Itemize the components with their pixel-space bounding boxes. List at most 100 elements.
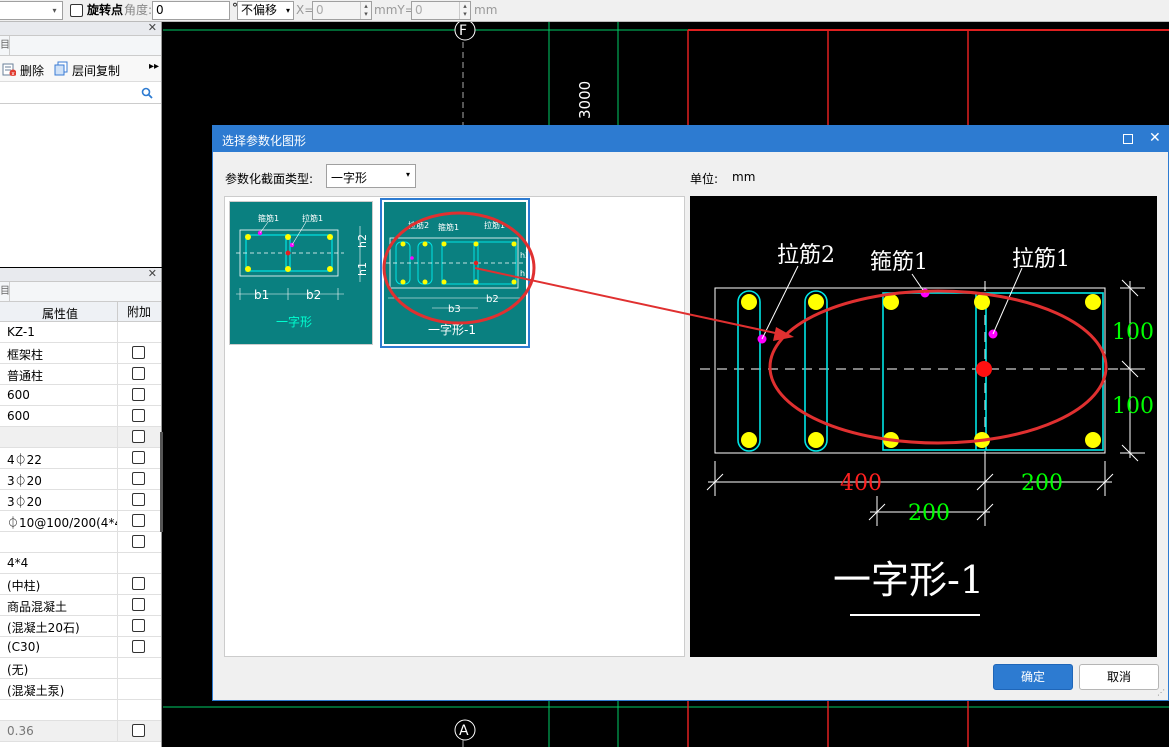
property-value[interactable]: KZ-1 <box>7 325 117 339</box>
extra-checkbox[interactable] <box>132 493 145 506</box>
table-row[interactable] <box>0 532 161 553</box>
resize-grip-icon[interactable]: ⋰ <box>1157 688 1165 697</box>
close-icon[interactable]: ✕ <box>148 267 157 280</box>
extra-checkbox[interactable] <box>132 598 145 611</box>
table-row[interactable]: 0.36 <box>0 721 161 742</box>
table-row[interactable]: KZ-1 <box>0 322 161 343</box>
extra-checkbox[interactable] <box>132 388 145 401</box>
floor-copy-button[interactable]: 层间复制 <box>72 62 120 79</box>
extra-checkbox[interactable] <box>132 577 145 590</box>
delete-button[interactable]: 删除 <box>20 62 44 79</box>
property-value[interactable]: (无) <box>7 661 117 678</box>
spinner-icon[interactable]: ▴ ▾ <box>459 2 470 19</box>
property-value[interactable]: 普通柱 <box>7 367 117 384</box>
property-value[interactable]: (C30) <box>7 640 117 654</box>
property-value[interactable]: (中柱) <box>7 577 117 594</box>
extra-checkbox[interactable] <box>132 535 145 548</box>
offset-select[interactable]: 不偏移 ▾ <box>237 1 294 20</box>
table-row[interactable]: 4*4 <box>0 553 161 574</box>
spinner-icon[interactable]: ▴ ▾ <box>360 2 371 19</box>
table-row[interactable]: (混凝土泵) <box>0 679 161 700</box>
shape-list: 箍筋1 拉筋1 b1 b2 h2 h1 一字形 拉筋2 箍筋1 拉筋1 b2 b… <box>224 196 685 657</box>
property-value[interactable]: 600 <box>7 388 117 402</box>
property-value[interactable]: (混凝土泵) <box>7 682 117 699</box>
panel-tab[interactable]: 目 <box>0 282 10 301</box>
extra-cell <box>117 511 160 532</box>
search-input[interactable] <box>0 82 161 104</box>
floor-copy-icon[interactable] <box>54 61 69 76</box>
extra-cell <box>117 658 160 679</box>
section-type-value: 一字形 <box>331 171 368 185</box>
toolbar-field-truncated[interactable]: ▾ <box>0 1 63 20</box>
table-row[interactable] <box>0 427 161 448</box>
thumb-image: 拉筋2 箍筋1 拉筋1 b2 b3 h2 h1 一字形-1 <box>384 202 526 344</box>
property-value[interactable]: 框架柱 <box>7 346 117 363</box>
shape-thumb-yizixing-1[interactable]: 拉筋2 箍筋1 拉筋1 b2 b3 h2 h1 一字形-1 <box>380 198 530 348</box>
property-value[interactable]: 600 <box>7 409 117 423</box>
extra-checkbox[interactable] <box>132 514 145 527</box>
extra-checkbox[interactable] <box>132 472 145 485</box>
property-value[interactable]: (混凝土20石) <box>7 619 117 636</box>
cancel-button[interactable]: 取消 <box>1079 664 1159 690</box>
table-row[interactable]: 框架柱 <box>0 343 161 364</box>
rotate-point-checkbox[interactable] <box>70 4 83 17</box>
extra-checkbox[interactable] <box>132 346 145 359</box>
extra-checkbox[interactable] <box>132 367 145 380</box>
table-row[interactable]: (无) <box>0 658 161 679</box>
property-value[interactable]: 0.36 <box>7 724 117 738</box>
extra-checkbox[interactable] <box>132 409 145 422</box>
x-input[interactable]: 0 ▴ ▾ <box>312 1 372 20</box>
table-row[interactable]: ⏀10@100/200(4*4 <box>0 511 161 532</box>
extra-cell <box>117 532 160 553</box>
shape-thumb-yizixing[interactable]: 箍筋1 拉筋1 b1 b2 h2 h1 一字形 <box>229 201 373 345</box>
y-input-value: 0 <box>415 3 423 17</box>
extra-checkbox[interactable] <box>132 451 145 464</box>
close-icon[interactable]: ✕ <box>1149 130 1161 146</box>
thumb-dim: b3 <box>448 304 461 315</box>
property-value[interactable]: ⏀10@100/200(4*4 <box>7 514 117 531</box>
table-row[interactable]: 3⏀20 <box>0 490 161 511</box>
thumb-dim: b2 <box>306 288 321 302</box>
property-value[interactable]: 3⏀20 <box>7 472 117 489</box>
extra-checkbox[interactable] <box>132 430 145 443</box>
more-actions-icon[interactable]: ▸▸ <box>149 61 159 72</box>
extra-cell <box>117 616 160 637</box>
search-icon[interactable] <box>141 87 153 99</box>
table-row[interactable]: 4⏀22 <box>0 448 161 469</box>
extra-cell <box>117 469 160 490</box>
thumb-label: 拉筋2 <box>408 220 429 230</box>
extra-checkbox[interactable] <box>132 640 145 653</box>
thumb-caption: 一字形-1 <box>428 322 476 337</box>
table-row[interactable]: 3⏀20 <box>0 469 161 490</box>
property-value[interactable]: 4*4 <box>7 556 117 570</box>
section-type-select[interactable]: 一字形 ▾ <box>326 164 416 188</box>
table-row[interactable]: (C30) <box>0 637 161 658</box>
extra-cell <box>117 490 160 511</box>
thumb-dim: h1 <box>356 262 369 276</box>
dim-h-top: 100 <box>1112 320 1154 345</box>
table-row[interactable]: (中柱) <box>0 574 161 595</box>
extra-checkbox[interactable] <box>132 724 145 737</box>
thumb-dim: h1 <box>520 269 526 278</box>
table-row[interactable] <box>0 700 161 721</box>
table-row[interactable]: 600 <box>0 385 161 406</box>
panel-header: ✕ <box>0 267 161 282</box>
table-row[interactable]: 普通柱 <box>0 364 161 385</box>
thumb-caption: 一字形 <box>276 314 312 329</box>
extra-cell <box>117 385 160 406</box>
panel-tab[interactable]: 目 <box>0 36 10 55</box>
maximize-icon[interactable] <box>1123 134 1133 144</box>
extra-checkbox[interactable] <box>132 619 145 632</box>
property-value[interactable]: 3⏀20 <box>7 493 117 510</box>
y-input[interactable]: 0 ▴ ▾ <box>411 1 471 20</box>
property-value[interactable]: 商品混凝土 <box>7 598 117 615</box>
close-icon[interactable]: ✕ <box>148 21 157 34</box>
delete-icon[interactable]: x <box>2 62 17 78</box>
table-row[interactable]: 600 <box>0 406 161 427</box>
table-row[interactable]: (混凝土20石) <box>0 616 161 637</box>
thumb-dim: b1 <box>254 288 269 302</box>
angle-input[interactable]: 0 <box>152 1 230 20</box>
ok-button[interactable]: 确定 <box>993 664 1073 690</box>
table-row[interactable]: 商品混凝土 <box>0 595 161 616</box>
property-value[interactable]: 4⏀22 <box>7 451 117 468</box>
